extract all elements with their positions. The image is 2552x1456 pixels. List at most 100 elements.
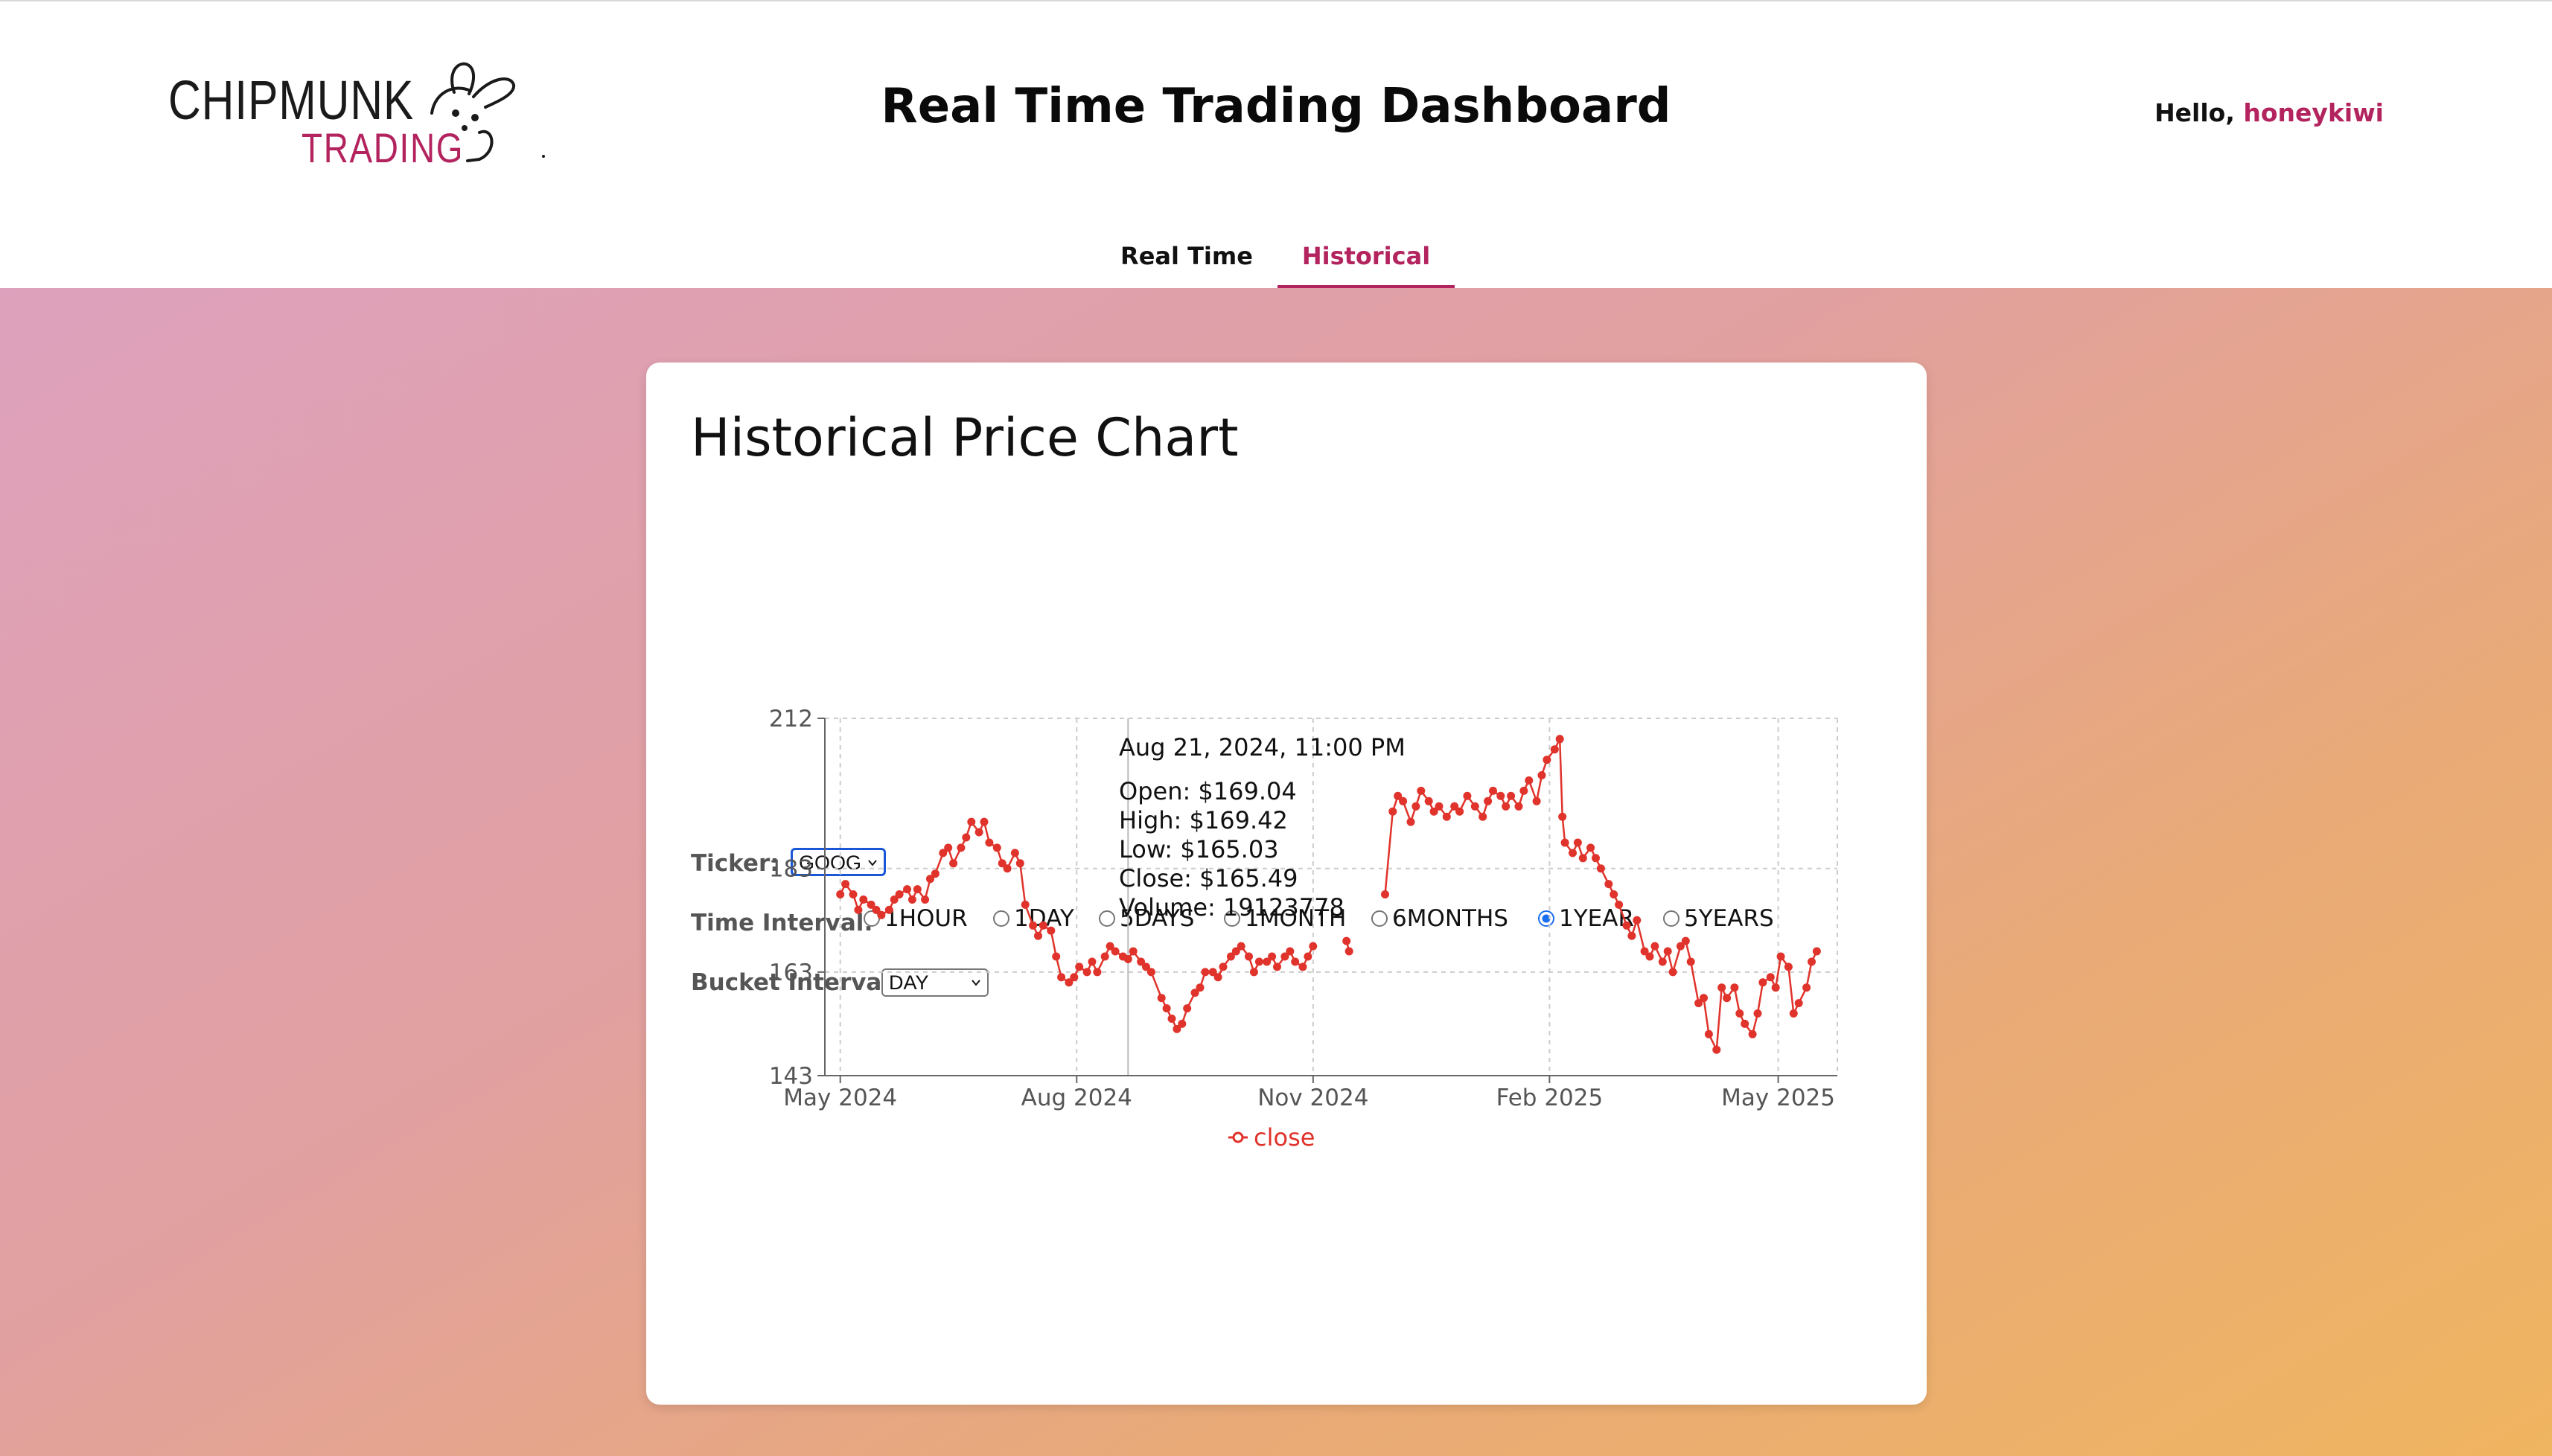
data-point — [1010, 849, 1019, 858]
data-point — [1034, 931, 1042, 940]
data-point — [1558, 812, 1567, 821]
data-point — [1039, 921, 1047, 930]
data-point — [980, 817, 989, 826]
data-point — [1123, 955, 1132, 963]
data-point — [1070, 973, 1079, 982]
data-point — [836, 890, 845, 898]
data-point — [1047, 926, 1056, 935]
tooltip-high: High: $169.42 — [1119, 806, 1288, 834]
data-point — [849, 890, 858, 898]
data-point — [1286, 947, 1295, 956]
app-header: CHIPMUNK TRADING Real Time Trading Dashb… — [0, 0, 2552, 290]
data-point — [1645, 952, 1654, 961]
data-point — [1146, 968, 1155, 977]
data-point — [1406, 817, 1415, 826]
data-point — [1249, 968, 1258, 977]
x-tick-label: May 2024 — [783, 1085, 897, 1111]
data-point — [1586, 843, 1595, 852]
data-point — [907, 895, 916, 904]
data-point — [931, 869, 940, 878]
chart-tooltip: Aug 21, 2024, 11:00 PM Open: $169.04 Hig… — [1119, 733, 1406, 922]
data-point — [992, 843, 1001, 852]
data-point — [1748, 1029, 1757, 1038]
tooltip-volume: Volume: 19123778 — [1119, 893, 1344, 922]
data-point — [1399, 796, 1408, 805]
data-point — [944, 843, 953, 852]
user-greeting: Hello, honeykiwi — [2154, 98, 2384, 127]
data-point — [1525, 776, 1534, 785]
data-point — [1812, 947, 1821, 956]
data-point — [1268, 952, 1277, 961]
data-point — [1668, 968, 1677, 977]
data-point — [1111, 947, 1120, 956]
data-point — [1730, 983, 1739, 992]
data-point — [1573, 838, 1582, 847]
data-point — [1411, 802, 1420, 811]
data-point — [1633, 916, 1642, 925]
data-point — [884, 905, 893, 914]
data-point — [1015, 859, 1024, 868]
data-point — [1157, 994, 1166, 1003]
data-point — [1309, 942, 1318, 951]
data-point — [1789, 1009, 1798, 1018]
tooltip-date: Aug 21, 2024, 11:00 PM — [1119, 733, 1406, 761]
x-tick-label: Feb 2025 — [1496, 1085, 1604, 1111]
data-point — [1003, 864, 1012, 873]
data-point — [1555, 735, 1564, 744]
data-point — [1442, 812, 1451, 821]
data-point — [1758, 978, 1767, 987]
chart-legend[interactable]: close — [1228, 1123, 1315, 1152]
data-point — [859, 895, 868, 904]
data-point — [1543, 756, 1551, 764]
data-point — [1237, 942, 1245, 951]
data-point — [1681, 936, 1690, 945]
data-point — [1502, 802, 1511, 811]
data-point — [949, 859, 958, 868]
data-point — [974, 828, 983, 837]
data-point — [1455, 807, 1464, 816]
data-point — [1254, 957, 1263, 966]
data-point — [1298, 962, 1307, 971]
price-line-chart[interactable]: 212183163143May 2024 Aug 2024 Nov 2024 Feb … — [646, 363, 1927, 1405]
data-point — [1219, 962, 1228, 971]
data-point — [1304, 952, 1312, 961]
data-point — [1784, 962, 1793, 971]
data-point — [1381, 890, 1389, 898]
tab-historical[interactable]: Historical — [1277, 238, 1455, 290]
tooltip-open: Open: $169.04 — [1119, 777, 1297, 805]
data-point — [985, 838, 994, 847]
data-point — [1578, 854, 1587, 863]
data-point — [1478, 812, 1487, 821]
x-tick-label: Aug 2024 — [1021, 1085, 1132, 1111]
greeting-prefix: Hello, — [2154, 98, 2244, 127]
data-point — [1537, 771, 1546, 779]
data-point — [1183, 1004, 1192, 1013]
data-point — [1273, 962, 1281, 971]
data-point — [1610, 890, 1618, 898]
data-point — [1178, 1019, 1187, 1028]
data-point — [1622, 921, 1631, 930]
data-point — [1717, 983, 1726, 992]
tooltip-low: Low: $165.03 — [1119, 835, 1279, 863]
data-point — [1342, 936, 1351, 945]
data-point — [1093, 968, 1102, 977]
data-point — [1245, 952, 1253, 961]
data-point — [1550, 745, 1559, 754]
data-point — [1560, 838, 1569, 847]
data-point — [1463, 791, 1472, 800]
data-point — [1489, 786, 1497, 795]
data-point — [1753, 1009, 1762, 1018]
data-point — [962, 833, 971, 842]
historical-price-card: Historical Price Chart Ticker: GOOG Time… — [646, 363, 1927, 1405]
data-point — [1604, 880, 1613, 889]
data-point — [1496, 791, 1505, 800]
data-point — [1592, 854, 1600, 863]
data-point — [1615, 900, 1624, 909]
view-tabs: Real Time Historical — [0, 238, 2552, 290]
tab-real-time[interactable]: Real Time — [1099, 238, 1275, 290]
data-point — [1514, 802, 1523, 811]
data-point — [1650, 942, 1659, 951]
data-point — [1741, 1019, 1749, 1028]
username[interactable]: honeykiwi — [2243, 98, 2384, 127]
data-point — [1596, 864, 1605, 873]
